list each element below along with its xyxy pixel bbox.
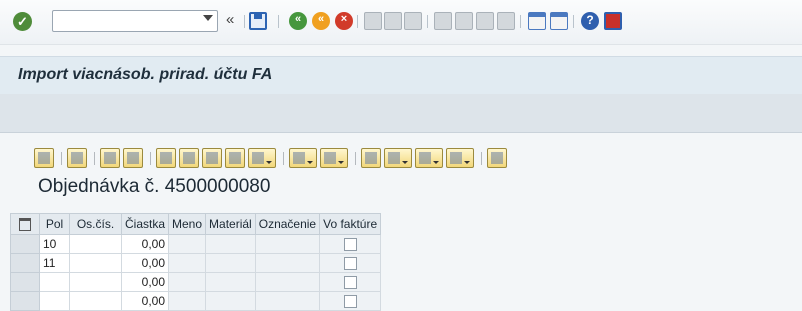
cancel-icon[interactable]: × [335, 12, 353, 30]
vo-fakture-cell [319, 272, 382, 292]
vo-fakture-cell [319, 253, 382, 273]
back-icon[interactable]: « [289, 12, 307, 30]
toolbar-separator [357, 15, 358, 28]
order-heading: Objednávka č. 4500000080 [38, 176, 271, 197]
os-cis-cell[interactable] [69, 253, 122, 273]
material-cell [205, 234, 256, 254]
os-cis-cell[interactable] [69, 272, 122, 292]
find-icon[interactable] [202, 148, 222, 168]
castka-cell[interactable]: 0,00 [120, 253, 170, 273]
double-chevron-left-icon[interactable]: « [226, 11, 234, 31]
select-all-icon[interactable] [10, 213, 40, 235]
column-header-os-cis[interactable]: Os.čís. [69, 213, 122, 235]
layout-icon[interactable] [446, 148, 474, 168]
title-bar: Import viacnásob. prirad. účtu FA [0, 56, 802, 94]
save-icon[interactable] [249, 12, 267, 30]
os-cis-cell[interactable] [69, 234, 122, 254]
row-selector[interactable] [10, 234, 40, 254]
toolbar-separator [61, 152, 62, 165]
toolbar-separator [150, 152, 151, 165]
details-icon[interactable] [34, 148, 54, 168]
next-page-icon[interactable] [476, 12, 494, 30]
vo-fakture-checkbox[interactable] [343, 295, 357, 309]
chevron-down-icon[interactable] [203, 15, 213, 21]
vo-fakture-cell [319, 234, 382, 254]
command-input[interactable] [56, 12, 200, 32]
table-row: 11 0,00 [10, 253, 382, 273]
vo-fakture-checkbox[interactable] [343, 257, 357, 271]
exit-icon[interactable]: « [312, 12, 330, 30]
vo-fakture-checkbox[interactable] [343, 276, 357, 290]
pol-cell[interactable]: 10 [39, 234, 70, 254]
column-header-material[interactable]: Materiál [205, 213, 256, 235]
column-header-vo-fakture[interactable]: Vo faktúre [319, 213, 382, 235]
oznacenie-cell [254, 272, 321, 292]
check-icon[interactable]: ✓ [13, 12, 32, 31]
toolbar-separator [427, 15, 428, 28]
material-cell [205, 253, 256, 273]
shortcut-icon[interactable] [550, 12, 568, 30]
previous-page-icon[interactable] [455, 12, 473, 30]
column-header-pol[interactable]: Pol [39, 213, 70, 235]
toolbar-separator [244, 15, 245, 28]
command-field[interactable] [52, 10, 218, 32]
castka-cell[interactable]: 0,00 [120, 272, 170, 292]
create-session-icon[interactable] [528, 12, 546, 30]
find-icon[interactable] [384, 12, 402, 30]
table-row: 10 0,00 [10, 234, 382, 254]
first-page-icon[interactable] [434, 12, 452, 30]
meno-cell [168, 272, 207, 292]
application-toolbar [0, 94, 802, 133]
sum-icon[interactable] [289, 148, 317, 168]
row-selector[interactable] [10, 272, 40, 292]
find-next-icon[interactable] [404, 12, 422, 30]
items-table: Pol Os.čís. Čiastka Meno Materiál Označe… [10, 213, 382, 311]
customize-layout-icon[interactable] [604, 12, 622, 30]
delete-row-icon[interactable] [123, 148, 143, 168]
column-header-castka[interactable]: Čiastka [120, 213, 170, 235]
system-toolbar: ✓ « « « × ? [0, 0, 802, 45]
toolbar-separator [94, 152, 95, 165]
column-header-oznacenie[interactable]: Označenie [254, 213, 321, 235]
table-header-row: Pol Os.čís. Čiastka Meno Materiál Označe… [10, 213, 382, 235]
sort-ascending-icon[interactable] [156, 148, 176, 168]
toolbar-separator [520, 15, 521, 28]
toolbar-separator [481, 152, 482, 165]
info-icon[interactable] [487, 148, 507, 168]
pol-cell[interactable] [39, 272, 70, 292]
row-selector[interactable] [10, 253, 40, 273]
print-icon[interactable] [364, 12, 382, 30]
page-title: Import viacnásob. prirad. účtu FA [18, 66, 273, 83]
pol-cell[interactable]: 11 [39, 253, 70, 273]
toolbar-separator [278, 15, 279, 28]
refresh-icon[interactable] [67, 148, 87, 168]
vo-fakture-checkbox[interactable] [343, 238, 357, 252]
meno-cell [168, 234, 207, 254]
oznacenie-cell [254, 234, 321, 254]
toolbar-separator [283, 152, 284, 165]
filter-icon[interactable] [248, 148, 276, 168]
toolbar-separator [355, 152, 356, 165]
print-preview-icon[interactable] [361, 148, 381, 168]
views-icon[interactable] [384, 148, 412, 168]
last-page-icon[interactable] [497, 12, 515, 30]
export-icon[interactable] [415, 148, 443, 168]
sort-descending-icon[interactable] [179, 148, 199, 168]
insert-row-icon[interactable] [100, 148, 120, 168]
oznacenie-cell [254, 253, 321, 273]
column-header-meno[interactable]: Meno [168, 213, 207, 235]
help-icon[interactable]: ? [581, 12, 599, 30]
castka-cell[interactable]: 0,00 [120, 234, 170, 254]
material-cell [205, 272, 256, 292]
subtotal-icon[interactable] [320, 148, 348, 168]
toolbar-separator [573, 15, 574, 28]
find-next-icon[interactable] [225, 148, 245, 168]
meno-cell [168, 253, 207, 273]
table-row: 0,00 [10, 272, 382, 292]
